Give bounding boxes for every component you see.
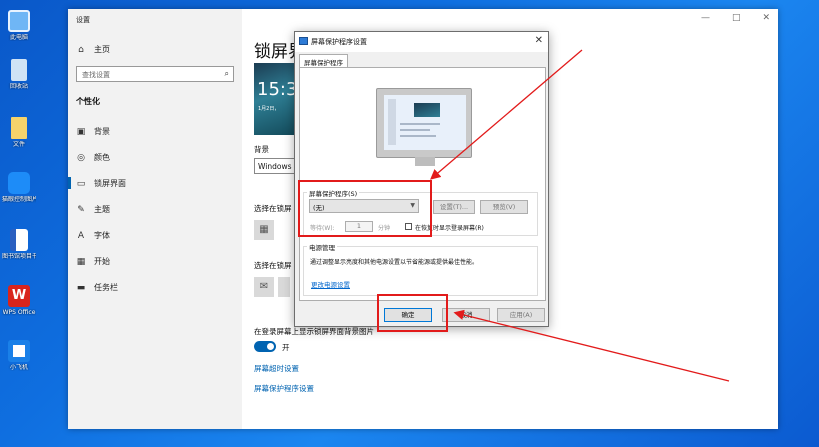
arrow-to-ok-button — [453, 309, 730, 382]
arrow-to-dropdown — [430, 49, 583, 180]
annotation-arrows — [430, 49, 730, 382]
